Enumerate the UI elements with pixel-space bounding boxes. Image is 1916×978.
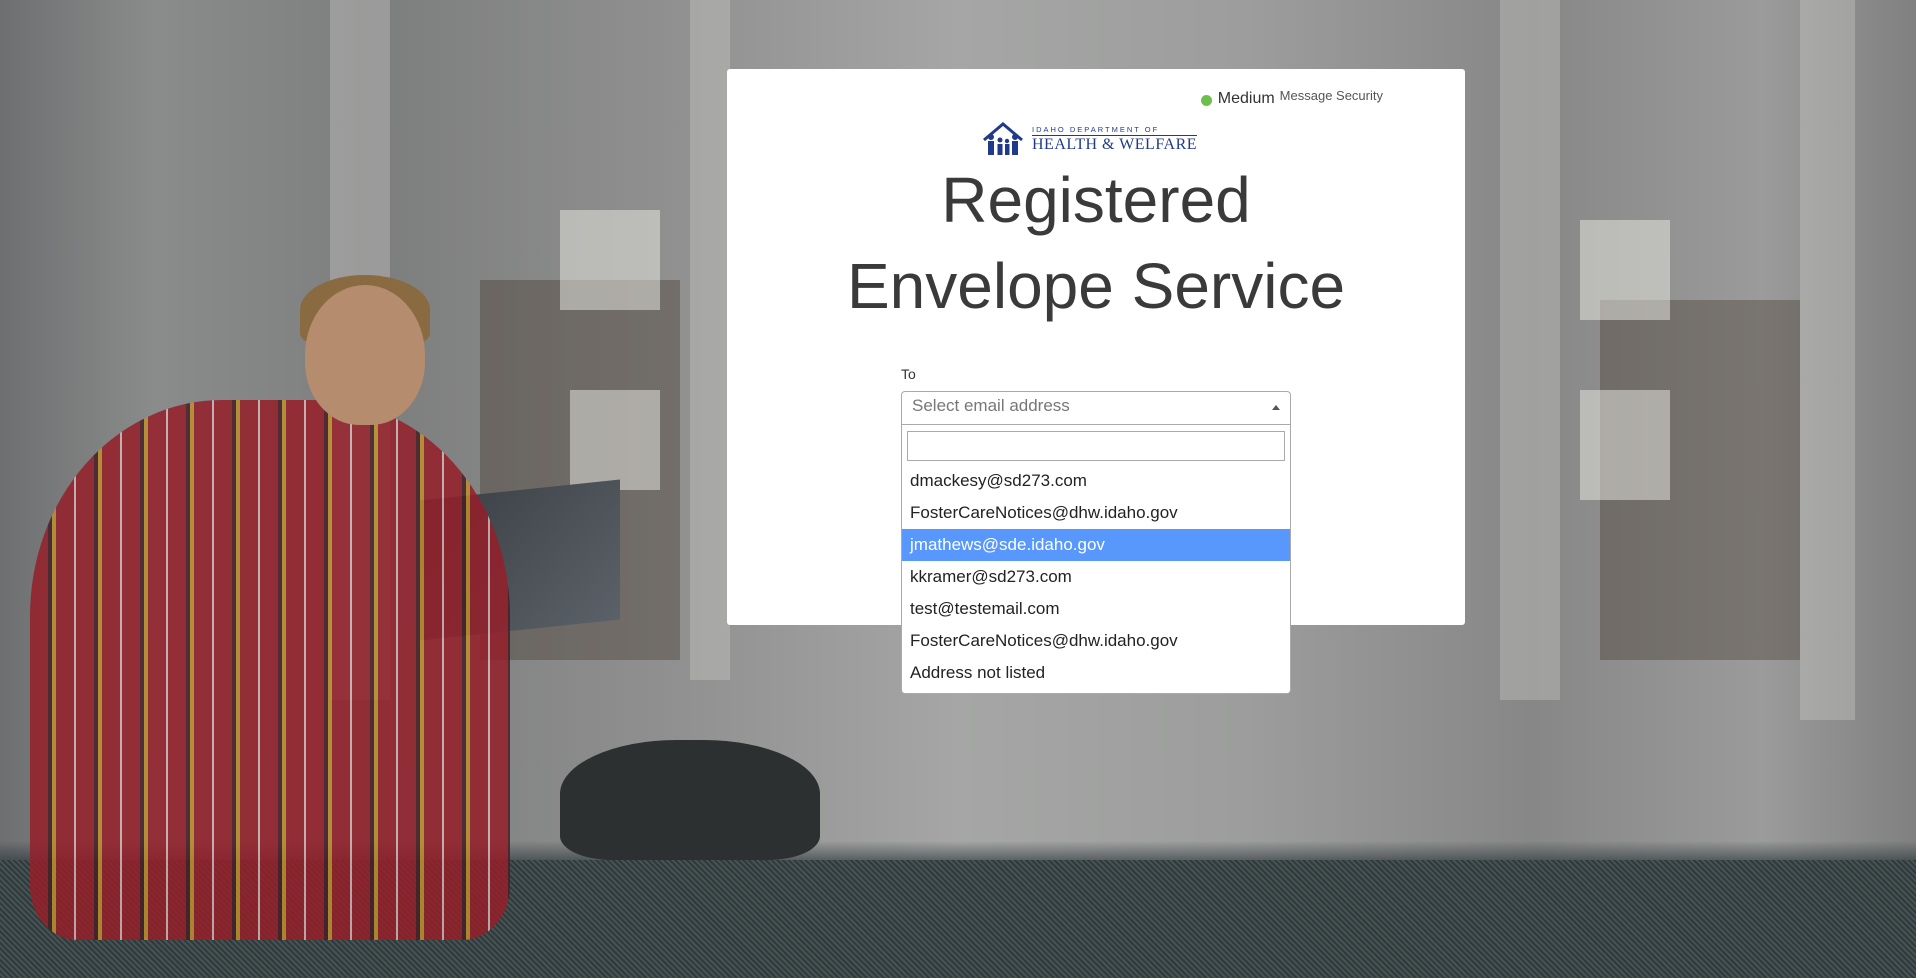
- title-line-2: Envelope Service: [846, 250, 1346, 322]
- security-level: Medium: [1217, 90, 1275, 107]
- dropdown-search-input[interactable]: [907, 431, 1285, 461]
- title-line-1: Registered: [941, 164, 1251, 236]
- dropdown-option-not-listed[interactable]: Address not listed: [902, 657, 1290, 689]
- logo-top-text: IDAHO DEPARTMENT OF: [1032, 125, 1198, 136]
- email-dropdown: dmackesy@sd273.com FosterCareNotices@dhw…: [901, 425, 1291, 694]
- security-label: Message Security: [1279, 88, 1383, 103]
- dropdown-option[interactable]: FosterCareNotices@dhw.idaho.gov: [902, 625, 1290, 657]
- to-label: To: [901, 366, 916, 382]
- agency-logo: IDAHO DEPARTMENT OF HEALTH & WELFARE: [982, 119, 1222, 159]
- select-placeholder: Select email address: [912, 396, 1070, 415]
- dropdown-option[interactable]: kkramer@sd273.com: [902, 561, 1290, 593]
- dropdown-option-highlighted[interactable]: jmathews@sde.idaho.gov: [902, 529, 1290, 561]
- dropdown-option[interactable]: FosterCareNotices@dhw.idaho.gov: [902, 497, 1290, 529]
- page-title: Registered Envelope Service: [727, 157, 1465, 329]
- family-silhouette-icon: [983, 122, 1023, 155]
- dropdown-option[interactable]: test@testemail.com: [902, 593, 1290, 625]
- logo-bottom-text: HEALTH & WELFARE: [1032, 135, 1198, 153]
- caret-up-icon: [1272, 405, 1280, 410]
- dropdown-option[interactable]: dmackesy@sd273.com: [902, 465, 1290, 497]
- email-address-select[interactable]: Select email address: [901, 391, 1291, 425]
- message-security-indicator: Medium Message Security: [1200, 87, 1383, 111]
- security-status-dot-icon: [1200, 95, 1212, 106]
